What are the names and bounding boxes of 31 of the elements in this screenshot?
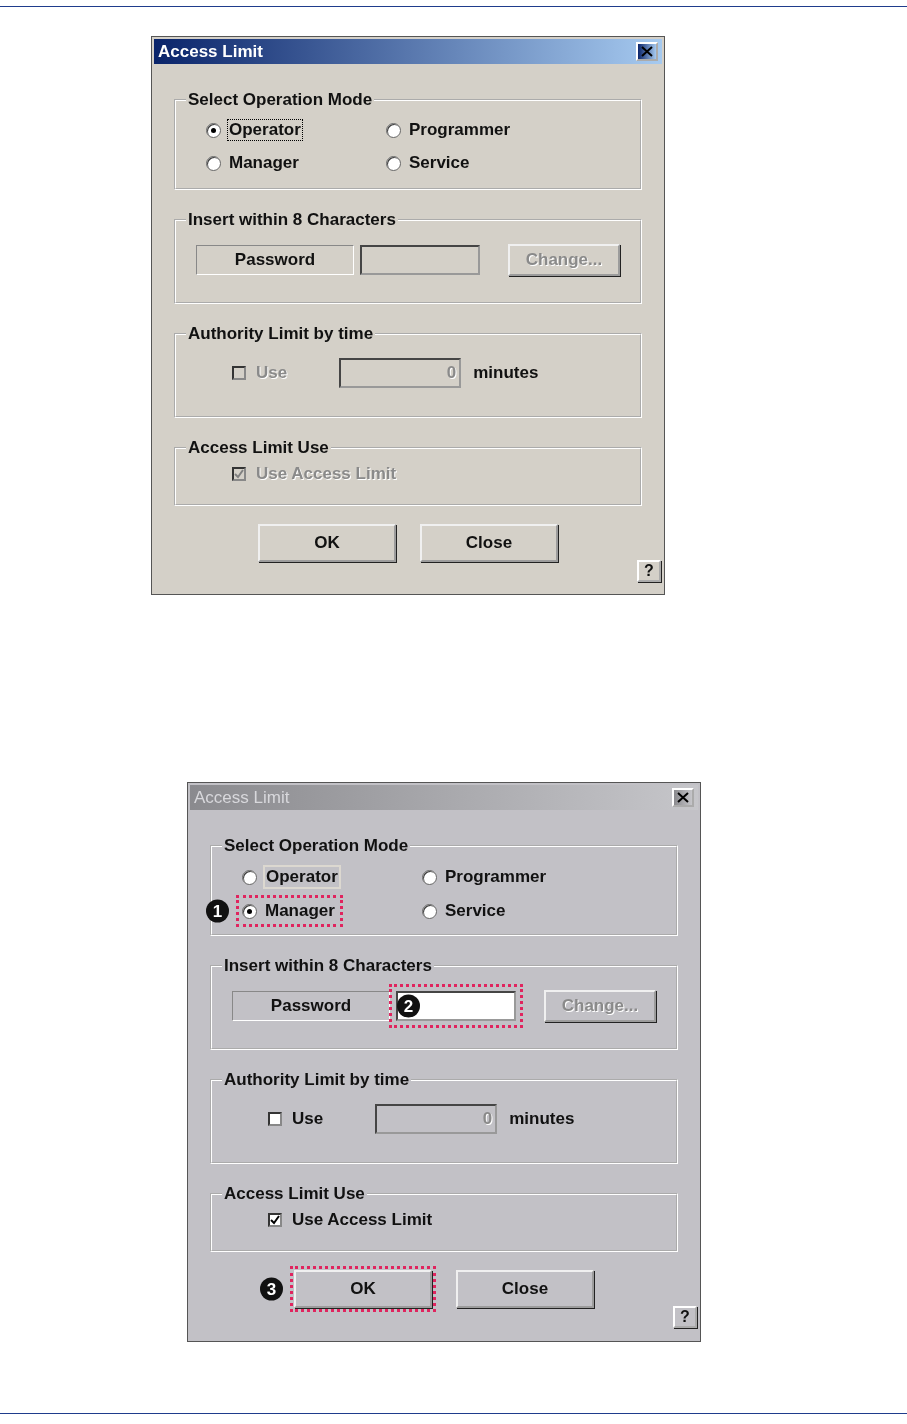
group-title: Access Limit Use: [187, 438, 330, 458]
close-button[interactable]: Close: [420, 524, 558, 562]
step-number: 1: [206, 899, 229, 923]
step-number: 3: [260, 1277, 283, 1301]
radio-button[interactable]: [386, 122, 401, 138]
group-title: Select Operation Mode: [223, 836, 410, 856]
radio-label[interactable]: Operator: [227, 119, 303, 141]
window-title: Access Limit: [158, 41, 263, 62]
radio-label[interactable]: Programmer: [407, 119, 513, 141]
group-title: Select Operation Mode: [187, 90, 374, 110]
password-field[interactable]: [360, 245, 480, 275]
window-title: Access Limit: [194, 787, 290, 808]
radio-label[interactable]: Service: [407, 152, 472, 174]
close-icon: [641, 46, 653, 57]
group-title: Access Limit Use: [223, 1184, 366, 1204]
radio-label[interactable]: Manager: [227, 152, 301, 174]
help-button[interactable]: ?: [637, 560, 661, 582]
group-title: Authority Limit by time: [187, 324, 375, 344]
group-title: Insert within 8 Characters: [223, 956, 433, 976]
close-icon: [677, 792, 689, 803]
radio-label[interactable]: Manager: [263, 900, 337, 922]
password-label: Password: [196, 245, 354, 275]
radio-button[interactable]: [206, 155, 221, 171]
close-button[interactable]: [636, 42, 658, 61]
group-title: Insert within 8 Characters: [187, 210, 397, 230]
password-label: Password: [232, 991, 390, 1021]
unit-label: minutes: [473, 363, 539, 383]
radio-button[interactable]: [206, 122, 221, 138]
ok-button[interactable]: OK: [258, 524, 396, 562]
group-title: Authority Limit by time: [223, 1070, 411, 1090]
unit-label: minutes: [509, 1109, 575, 1129]
